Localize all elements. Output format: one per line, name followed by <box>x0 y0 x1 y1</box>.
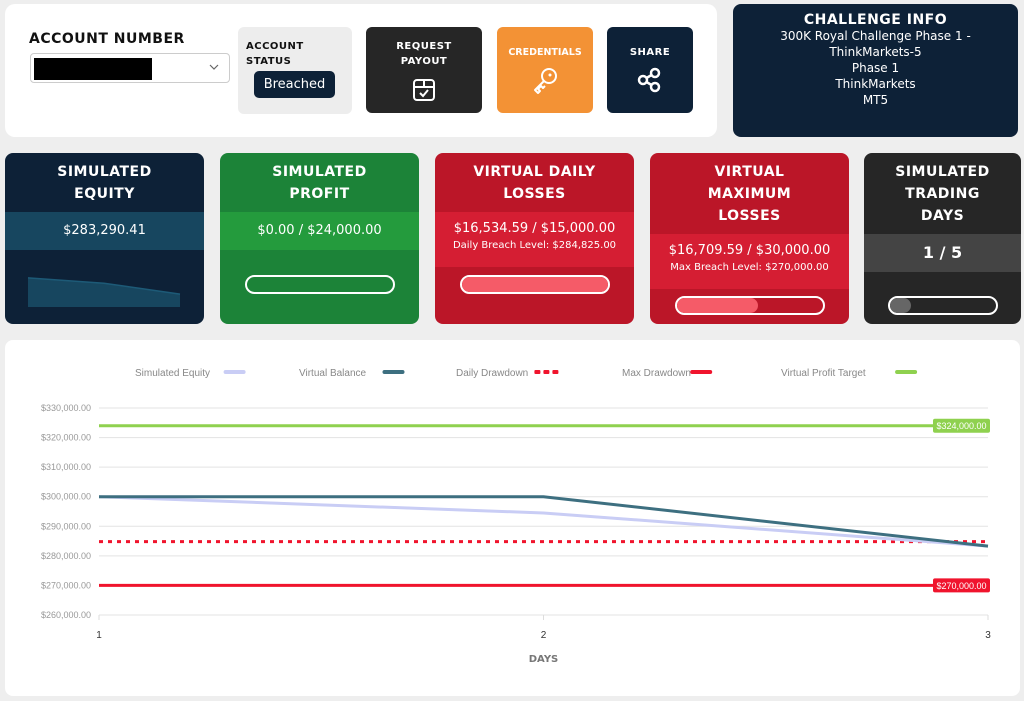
equity-chart-panel: Simulated Equity Virtual Balance Daily Dra… <box>5 340 1020 696</box>
account-number-select[interactable] <box>30 53 230 83</box>
y-tick-label: $280,000.00 <box>41 551 91 561</box>
y-tick-label: $290,000.00 <box>41 521 91 531</box>
legend-label: Simulated Equity <box>135 368 210 379</box>
daily-loss-progress-bar <box>459 275 610 294</box>
progress-fill <box>889 298 911 313</box>
card-title-line: Simulated <box>272 164 367 180</box>
x-axis-label: DAYS <box>529 654 559 665</box>
share-icon <box>637 67 661 93</box>
max-breach-level: Max Breach Level: $270,000.00 <box>670 262 829 273</box>
virtual-maximum-losses-card: Virtual Maximum Losses $16,709.59 / $30,00… <box>650 153 849 324</box>
legend-label: Virtual Profit Target <box>781 368 866 379</box>
key-icon <box>534 68 557 94</box>
legend-label: Virtual Balance <box>299 368 367 379</box>
card-title-line: Losses <box>718 208 781 224</box>
progress-fill <box>461 277 608 292</box>
profit-progress-bar <box>244 275 395 294</box>
y-tick-label: $310,000.00 <box>41 462 91 472</box>
virtual-daily-losses-card: Virtual Daily Losses $16,534.59 / $15,000… <box>435 153 634 324</box>
card-title-line: Days <box>920 208 965 224</box>
simulated-equity-card: Simulated Equity $283,290.41 <box>5 153 204 324</box>
y-tick-label: $270,000.00 <box>41 580 91 590</box>
equity-sparkline <box>28 277 181 307</box>
equity-chart: Simulated Equity Virtual Balance Daily Dra… <box>41 368 991 665</box>
account-number-label: Account Number <box>29 31 185 47</box>
trading-days-value: 1 / 5 <box>864 234 1021 272</box>
y-tick-label: $320,000.00 <box>41 433 91 443</box>
account-status-box: Account Status Breached <box>238 27 352 114</box>
card-title-line: Virtual Daily <box>473 164 596 180</box>
share-label: Share <box>629 47 671 58</box>
status-badge: Breached <box>254 71 335 98</box>
card-title-line: Maximum <box>707 186 792 202</box>
legend-swatch <box>552 370 559 374</box>
challenge-info-platform: MT5 <box>862 93 889 107</box>
box-check-icon <box>413 79 435 101</box>
card-title-line: Trading <box>905 186 980 202</box>
y-tick-label: $260,000.00 <box>41 610 91 620</box>
card-title-line: Simulated <box>895 164 990 180</box>
equity-value: $283,290.41 <box>5 212 204 250</box>
max-loss-progress-bar <box>674 296 825 315</box>
legend-swatch <box>895 370 918 374</box>
challenge-info-title: Challenge Info <box>803 12 948 28</box>
challenge-info-server: ThinkMarkets-5 <box>829 45 922 59</box>
x-tick-label: 1 <box>96 630 102 641</box>
credentials-label: Credentials <box>508 47 582 58</box>
annotation-label: $324,000.00 <box>936 421 986 431</box>
card-title-line: Equity <box>74 186 135 202</box>
sparkline-area <box>28 277 180 307</box>
x-tick-label: 2 <box>541 630 547 641</box>
challenge-info-name: 300K Royal Challenge Phase 1 - <box>780 29 971 43</box>
challenge-info-phase: Phase 1 <box>851 61 900 75</box>
card-title-line: Simulated <box>57 164 152 180</box>
card-title-line: Profit <box>289 186 350 202</box>
challenge-info-broker: ThinkMarkets <box>835 77 916 91</box>
progress-fill <box>676 298 758 313</box>
max-loss-value: $16,709.59 / $30,000.00 <box>668 243 831 258</box>
challenge-info-panel: Challenge Info 300K Royal Challenge Phas… <box>733 4 1018 137</box>
trading-days-progress-bar <box>887 296 998 315</box>
account-number-redacted <box>34 58 152 80</box>
legend-swatch <box>543 370 550 374</box>
legend-label: Daily Drawdown <box>456 368 528 379</box>
legend-swatch <box>223 370 246 374</box>
legend-label: Max Drawdown <box>622 368 691 379</box>
share-button[interactable]: Share <box>607 27 693 113</box>
y-tick-label: $330,000.00 <box>41 403 91 413</box>
account-status-label: Account Status <box>246 41 304 67</box>
credentials-button[interactable]: Credentials <box>497 27 593 113</box>
series-simulated-equity <box>98 495 989 548</box>
request-payout-label: Request Payout <box>396 41 452 67</box>
series-virtual-balance <box>99 495 989 548</box>
y-tick-label: $300,000.00 <box>41 492 91 502</box>
simulated-profit-card: Simulated Profit $0.00 / $24,000.00 <box>220 153 419 324</box>
request-payout-button[interactable]: Request Payout <box>366 27 482 113</box>
x-tick-label: 3 <box>985 630 991 641</box>
legend-swatch <box>690 370 713 374</box>
legend-swatch <box>382 370 405 374</box>
card-title-line: Losses <box>503 186 566 202</box>
annotation-label: $270,000.00 <box>936 581 986 591</box>
simulated-trading-days-card: Simulated Trading Days 1 / 5 <box>864 153 1021 324</box>
card-title-line: Virtual <box>714 164 785 180</box>
profit-value: $0.00 / $24,000.00 <box>220 212 419 250</box>
daily-breach-level: Daily Breach Level: $284,825.00 <box>452 240 617 251</box>
chevron-down-icon <box>209 64 219 70</box>
daily-loss-value: $16,534.59 / $15,000.00 <box>453 221 616 236</box>
legend-swatch <box>534 370 541 374</box>
